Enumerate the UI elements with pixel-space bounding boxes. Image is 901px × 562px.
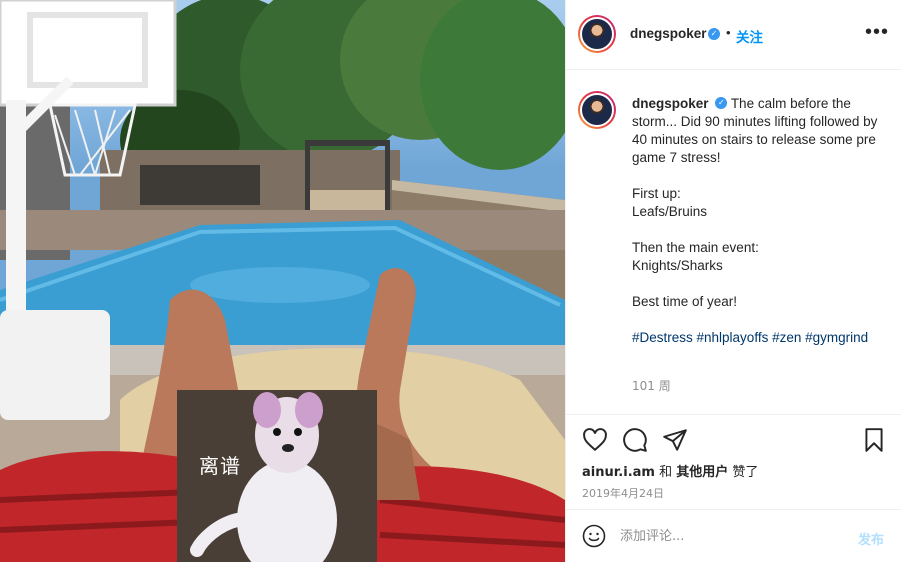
likes-summary: ainur.i.am 和 其他用户 赞了 [582, 461, 758, 480]
post-caption: dnegspoker ✓ The calm before the storm..… [632, 95, 884, 347]
verified-badge-icon: ✓ [708, 28, 720, 40]
likes-suffix: 赞了 [732, 465, 759, 480]
comment-icon[interactable] [622, 427, 648, 453]
emoji-icon[interactable] [582, 524, 606, 548]
caption-avatar[interactable] [578, 91, 616, 129]
comments-section: dnegspoker ✓ The calm before the storm..… [566, 71, 901, 414]
post-photo[interactable]: 离谱 [0, 0, 565, 562]
hashtags[interactable]: #Destress #nhlplayoffs #zen #gymgrind [632, 329, 884, 347]
more-icon[interactable]: ••• [865, 22, 889, 42]
meme-caption: 离谱 [199, 454, 241, 478]
post-actions: ainur.i.am 和 其他用户 赞了 2019年4月24日 [566, 414, 901, 509]
follow-button[interactable]: 关注 [736, 26, 763, 46]
caption-line: Leafs/Bruins [632, 204, 708, 219]
post-age: 101 周 [632, 379, 671, 393]
post-comment-button[interactable]: 发布 [858, 529, 884, 548]
caption-line: First up: [632, 186, 681, 201]
separator-dot: • [726, 25, 731, 40]
verified-badge-icon: ✓ [715, 97, 728, 110]
caption-line: Then the main event: [632, 240, 759, 255]
header-username[interactable]: dnegspoker [630, 26, 707, 41]
post-header: dnegspoker ✓ • 关注 ••• [566, 0, 901, 70]
liked-by-user[interactable]: ainur.i.am [582, 465, 655, 480]
comment-input[interactable] [620, 524, 840, 548]
meme-sticker: 离谱 [177, 390, 377, 562]
caption-line: Knights/Sharks [632, 258, 723, 273]
liked-others[interactable]: 其他用户 [676, 465, 728, 480]
post-side-panel: dnegspoker ✓ • 关注 ••• dnegspoker ✓ The c… [565, 0, 901, 562]
post-date[interactable]: 2019年4月24日 [582, 485, 664, 501]
caption-line: Best time of year! [632, 294, 738, 309]
share-icon[interactable] [662, 427, 688, 453]
likes-and: 和 [659, 465, 673, 480]
comment-box: 发布 [566, 509, 901, 562]
avatar[interactable] [578, 15, 616, 53]
caption-username[interactable]: dnegspoker [632, 96, 709, 111]
heart-icon[interactable] [582, 427, 608, 453]
bookmark-icon[interactable] [861, 427, 887, 453]
